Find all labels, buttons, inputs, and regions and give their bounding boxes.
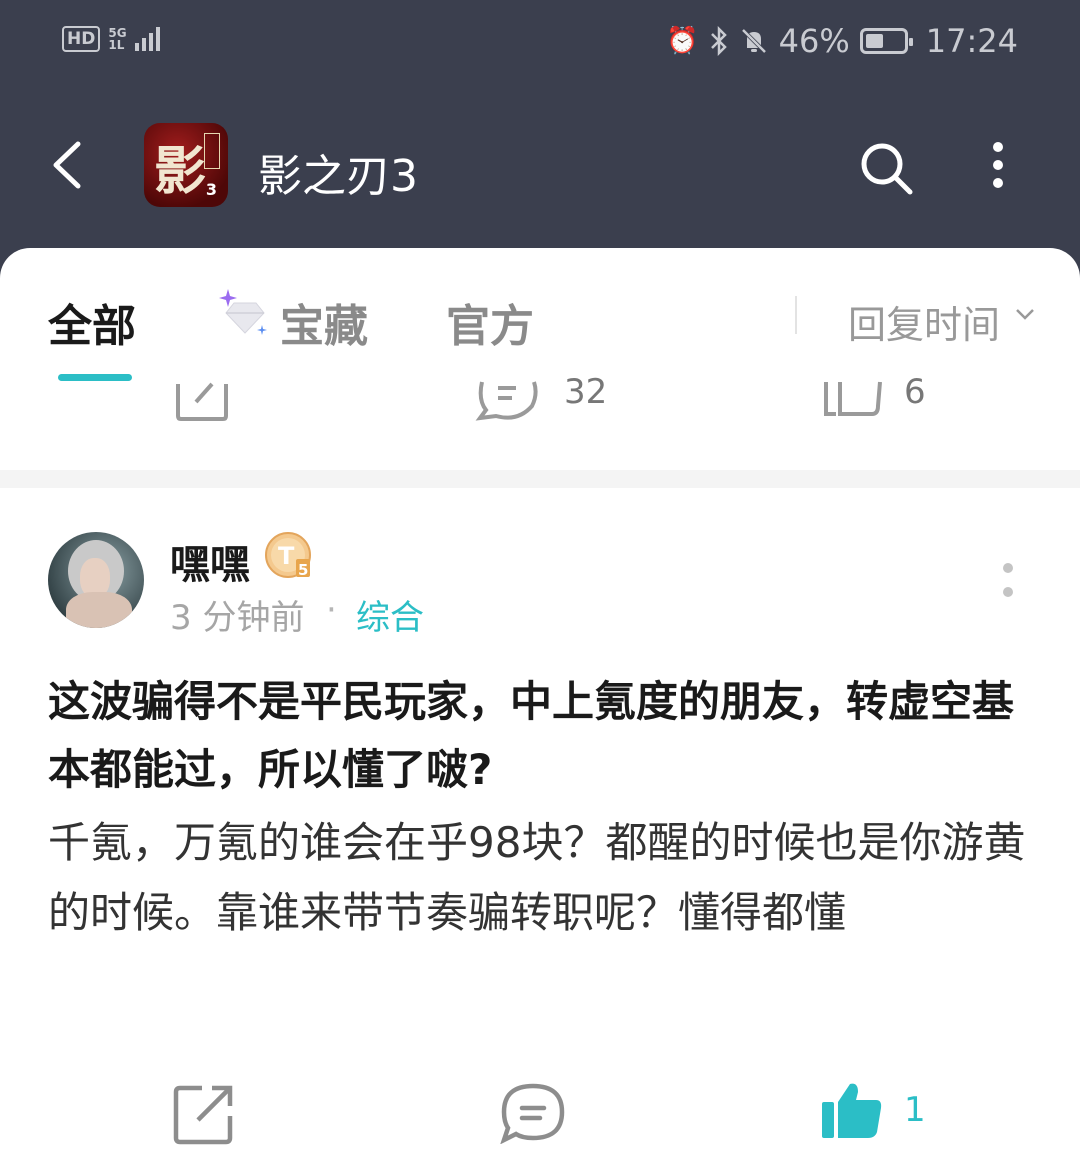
post-time: 3 分钟前 — [170, 598, 305, 638]
post-more-icon[interactable] — [1000, 562, 1016, 602]
like-count: 6 — [904, 372, 926, 412]
svg-text:T: T — [278, 542, 295, 570]
bluetooth-icon — [710, 26, 727, 56]
app-icon-glyph: 影 — [154, 141, 207, 202]
level-badge-icon: T 5 — [265, 532, 311, 579]
app-icon[interactable]: 影 3 — [144, 123, 228, 207]
network-sub-label: 1L — [108, 38, 125, 52]
active-tab-indicator — [58, 374, 132, 381]
tab-all[interactable]: 全部 — [48, 290, 136, 354]
share-icon[interactable] — [174, 376, 230, 422]
status-bar: HD 5G 1L ⏰ 46% 17:24 — [0, 20, 1080, 64]
svg-text:5: 5 — [298, 561, 308, 579]
thumbs-up-icon[interactable] — [822, 376, 882, 418]
more-options-icon[interactable] — [986, 140, 1010, 190]
app-header: 影 3 影之刃3 — [0, 120, 1080, 210]
app-icon-number: 3 — [205, 180, 217, 199]
network-indicators: HD 5G 1L — [62, 26, 160, 52]
avatar[interactable] — [48, 532, 144, 628]
battery-icon — [859, 28, 913, 54]
app-title: 影之刃3 — [258, 151, 418, 202]
post-body[interactable]: 千氪，万氪的谁会在乎98块？都醒的时候也是你游黄的时候。靠谁来带节奏骗转职呢？懂… — [48, 808, 1038, 948]
back-arrow-icon[interactable] — [48, 138, 88, 192]
meta-separator: · — [326, 590, 337, 630]
comment-count: 32 — [564, 372, 608, 412]
app-icon-seal — [204, 133, 220, 169]
post-category[interactable]: 综合 — [356, 590, 424, 639]
signal-icon — [134, 27, 160, 51]
post-like-count: 1 — [904, 1090, 926, 1130]
diamond-sparkle-icon — [219, 289, 267, 335]
thumbs-up-icon[interactable] — [820, 1080, 884, 1140]
post-title[interactable]: 这波骗得不是平民玩家，中上氪度的朋友，转虚空基本都能过，所以懂了啵? — [48, 668, 1038, 804]
share-icon[interactable] — [172, 1082, 236, 1146]
search-icon[interactable] — [856, 138, 916, 198]
battery-percent: 46% — [778, 22, 850, 60]
post-separator — [0, 470, 1080, 488]
hd-indicator: HD — [62, 26, 101, 52]
chevron-down-icon[interactable] — [1014, 306, 1036, 322]
tab-divider — [795, 296, 797, 334]
network-type: 5G 1L — [108, 27, 126, 51]
mute-bell-icon — [741, 28, 767, 54]
clock-time: 17:24 — [925, 22, 1018, 60]
tab-official[interactable]: 官方 — [446, 290, 534, 354]
comment-icon[interactable] — [474, 376, 540, 422]
alarm-icon: ⏰ — [666, 26, 699, 56]
username[interactable]: 嘿嘿 — [170, 532, 250, 590]
status-right: ⏰ 46% 17:24 — [666, 22, 1018, 60]
tab-treasure[interactable]: 宝藏 — [280, 290, 368, 354]
comment-icon[interactable] — [500, 1082, 566, 1144]
sort-dropdown[interactable]: 回复时间 — [848, 294, 1000, 349]
